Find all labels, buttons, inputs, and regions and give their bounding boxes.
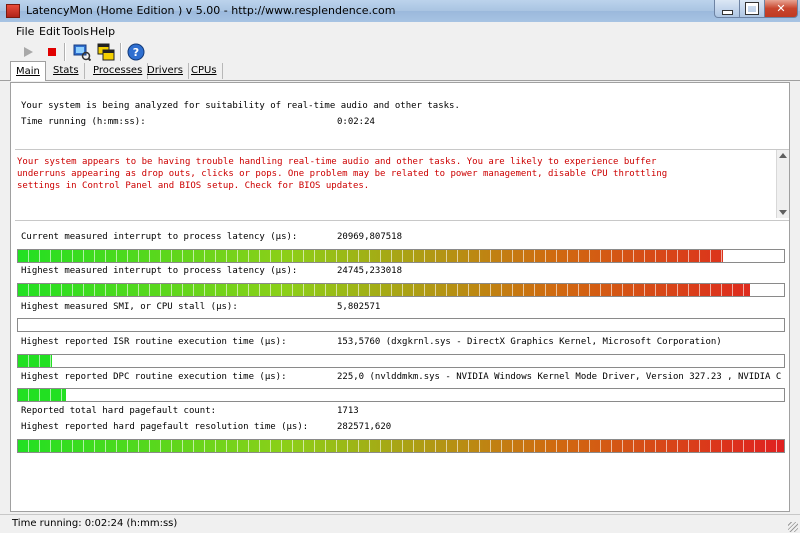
latency-meter <box>17 354 785 368</box>
toolbar-separator <box>120 43 122 61</box>
menu-file[interactable]: File <box>16 25 34 38</box>
toolbar-separator <box>64 43 66 61</box>
close-button[interactable]: ✕ <box>764 0 798 18</box>
stop-button[interactable] <box>42 42 62 62</box>
analysis-status: Your system is being analyzed for suitab… <box>19 95 779 143</box>
menu-edit[interactable]: Edit <box>39 25 60 38</box>
time-running-value: 0:02:24 <box>337 117 375 127</box>
title-bar[interactable]: LatencyMon (Home Edition ) v 5.00 - http… <box>0 0 800 22</box>
metric-value: 1713 <box>337 406 359 416</box>
tab-drivers[interactable]: Drivers <box>142 63 189 79</box>
metric-value: 282571,620 <box>337 422 392 432</box>
tab-cpus[interactable]: CPUs <box>186 63 223 79</box>
help-icon: ? <box>127 43 145 61</box>
metric-label: Reported total hard pagefault count: <box>21 406 217 416</box>
resize-grip[interactable] <box>788 522 798 532</box>
svg-text:?: ? <box>133 46 139 59</box>
metric-value: 20969,807518 <box>337 232 403 242</box>
status-bar-text: Time running: 0:02:24 (h:mm:ss) <box>12 518 178 529</box>
metric-label: Highest reported ISR routine execution t… <box>21 337 287 347</box>
monitor-button[interactable] <box>72 42 92 62</box>
latency-meter <box>17 318 785 332</box>
scroll-down-icon[interactable] <box>779 210 787 215</box>
latencymon-window: LatencyMon (Home Edition ) v 5.00 - http… <box>0 0 800 533</box>
meter-fill <box>18 355 53 367</box>
toolbar: ? <box>0 40 800 62</box>
meter-fill <box>18 389 67 401</box>
latency-meter <box>17 439 785 453</box>
menu-help[interactable]: Help <box>90 25 115 38</box>
window-title: LatencyMon (Home Edition ) v 5.00 - http… <box>26 4 396 17</box>
warning-scrollbar[interactable] <box>776 150 789 218</box>
maximize-icon <box>745 2 759 15</box>
metric-label: Highest reported DPC routine execution t… <box>21 372 287 382</box>
metric-value: 225,0 (nvlddmkm.sys - NVIDIA Windows Ker… <box>337 372 782 382</box>
latency-meter <box>17 249 785 263</box>
maximize-button[interactable] <box>739 0 765 18</box>
meter-fill <box>18 250 723 262</box>
metric-label: Highest measured SMI, or CPU stall (µs): <box>21 302 238 312</box>
analysis-message: Your system is being analyzed for suitab… <box>21 101 460 111</box>
metric-label: Highest measured interrupt to process la… <box>21 266 298 276</box>
metric-label: Current measured interrupt to process la… <box>21 232 298 242</box>
tab-stats[interactable]: Stats <box>48 63 85 79</box>
latency-meter <box>17 283 785 297</box>
stop-icon <box>48 48 56 56</box>
meter-fill <box>18 440 784 452</box>
tab-processes[interactable]: Processes <box>88 63 149 79</box>
metric-label: Highest reported hard pagefault resoluti… <box>21 422 309 432</box>
latency-meter <box>17 388 785 402</box>
close-icon: ✕ <box>776 2 786 15</box>
warning-panel: Your system appears to be having trouble… <box>15 149 789 221</box>
meter-fill <box>18 284 750 296</box>
scroll-up-icon[interactable] <box>779 153 787 158</box>
time-running-label: Time running (h:mm:ss): <box>21 117 146 127</box>
minimize-button[interactable] <box>714 0 740 18</box>
play-icon <box>24 47 33 57</box>
copy-windows-icon <box>97 43 115 61</box>
metric-value: 24745,233018 <box>337 266 403 276</box>
menu-bar: File Edit Tools Help <box>0 22 800 40</box>
tab-main[interactable]: Main <box>10 61 46 81</box>
app-icon[interactable] <box>6 4 20 18</box>
copy-button[interactable] <box>96 42 116 62</box>
help-button[interactable]: ? <box>126 42 146 62</box>
status-bar: Time running: 0:02:24 (h:mm:ss) <box>0 514 800 533</box>
tab-strip: Main Stats Processes Drivers CPUs <box>0 61 800 81</box>
metric-value: 5,802571 <box>337 302 381 312</box>
warning-message: Your system appears to be having trouble… <box>17 157 668 191</box>
monitor-icon <box>73 44 91 61</box>
menu-tools[interactable]: Tools <box>62 25 89 38</box>
minimize-icon <box>721 9 733 15</box>
metric-value: 153,5760 (dxgkrnl.sys - DirectX Graphics… <box>337 337 722 347</box>
start-button[interactable] <box>18 42 38 62</box>
main-panel: Your system is being analyzed for suitab… <box>10 82 790 512</box>
